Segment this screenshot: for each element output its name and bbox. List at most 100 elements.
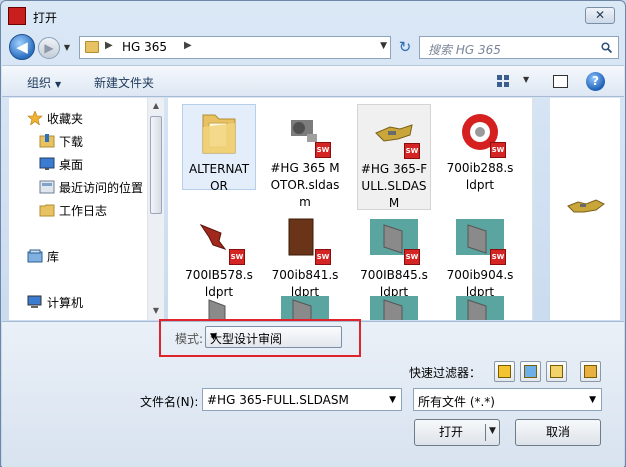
nav-item-work-log[interactable]: 工作日志 [39, 201, 107, 219]
address-dropdown-icon[interactable]: ▼ [380, 41, 387, 51]
breadcrumb-chevron-icon[interactable]: ▶ [105, 40, 113, 51]
breadcrumb-chevron-icon[interactable]: ▶ [184, 40, 192, 51]
part-filter-icon [498, 365, 511, 378]
filename-input[interactable]: #HG 365-FULL.SLDASM ▼ [202, 388, 402, 411]
nav-item-label: 下载 [59, 134, 84, 149]
file-list: ALTERNATOR SW #HG 365 MOTOR.sldasm SW #H… [168, 98, 533, 320]
file-item-assembly[interactable]: SW #HG 365 MOTOR.sldasm [268, 104, 342, 210]
cancel-button[interactable]: 取消 [515, 419, 601, 446]
solidworks-badge-icon: SW [315, 142, 331, 158]
navigation-pane: 收藏夹 下载 桌面 最近访问的位置 工作日志 库 计算机 ▲ ▼ [9, 98, 164, 320]
search-icon[interactable] [601, 42, 612, 53]
solidworks-badge-icon: SW [404, 143, 420, 159]
solidworks-badge-icon: SW [229, 249, 245, 265]
solidworks-badge-icon: SW [315, 249, 331, 265]
command-toolbar: 组织 ▼ 新建文件夹 ▼ ? [2, 65, 624, 97]
part-thumbnail-icon: SW [370, 215, 420, 265]
view-dropdown-icon[interactable]: ▼ [523, 75, 529, 84]
dialog-footer: 模式: 大型设计审阅 ▼ 快速过滤器： 文件名(N): #HG 365-FULL… [2, 319, 624, 467]
filename-label: 文件名(N): [140, 395, 199, 409]
scroll-thumb[interactable] [150, 116, 162, 214]
part-thumbnail-icon: SW [281, 215, 331, 265]
address-bar[interactable]: ▶ HG 365 ▶ ▼ [79, 36, 391, 59]
help-icon[interactable]: ? [586, 72, 605, 91]
nav-item-label: 最近访问的位置 [59, 180, 144, 195]
scroll-down-icon[interactable]: ▼ [148, 303, 164, 319]
solidworks-badge-icon: SW [490, 142, 506, 158]
solidworks-badge-icon: SW [490, 249, 506, 265]
file-item-part[interactable] [182, 290, 256, 320]
chevron-down-icon: ▼ [55, 80, 62, 89]
file-item-part[interactable]: SW 700ib904.sldprt [443, 211, 517, 299]
organize-label: 组织 [27, 76, 52, 90]
preview-pane [550, 98, 620, 320]
search-box[interactable]: 搜索 HG 365 [419, 36, 619, 59]
nav-item-downloads[interactable]: 下载 [39, 132, 83, 150]
file-item-assembly[interactable]: SW #HG 365-FULL.SLDASM [357, 104, 431, 210]
breadcrumb-hg365[interactable]: HG 365 [122, 40, 167, 54]
file-name: #HG 365 MOTOR.sldasm [270, 161, 340, 209]
nav-item-label: 工作日志 [59, 203, 108, 218]
file-item-part[interactable]: SW 700IB578.sldprt [182, 211, 256, 299]
chevron-down-icon[interactable]: ▼ [389, 395, 396, 405]
file-item-part[interactable]: SW 700ib841.sldprt [268, 211, 342, 299]
part-thumbnail-icon [195, 294, 243, 320]
close-button[interactable]: ✕ [585, 7, 615, 24]
open-options-dropdown[interactable]: ▼ [489, 426, 496, 436]
file-item-part[interactable]: SW 700IB845.sldprt [357, 211, 431, 299]
back-button[interactable]: ◀ [9, 34, 35, 60]
forward-button[interactable]: ▶ [38, 37, 60, 59]
part-thumbnail-icon: SW [456, 108, 506, 158]
part-thumbnail-icon [370, 294, 418, 320]
filename-value: #HG 365-FULL.SLDASM [207, 393, 349, 407]
nav-item-label: 收藏夹 [47, 111, 84, 126]
view-options-icon[interactable] [497, 75, 511, 88]
nav-pane-scrollbar[interactable]: ▲ ▼ [147, 98, 164, 320]
file-type-select[interactable]: 所有文件 (*.*) ▼ [413, 388, 602, 411]
file-item-part[interactable] [357, 290, 431, 320]
search-input[interactable]: 搜索 HG 365 [428, 41, 501, 58]
filter-assemblies-button[interactable] [520, 361, 541, 382]
file-item-folder[interactable]: ALTERNATOR [182, 104, 256, 193]
quick-filter-label: 快速过滤器： [409, 366, 482, 380]
file-item-part[interactable]: SW 700ib288.sldprt [443, 104, 517, 192]
file-name: #HG 365-FULL.SLDASM [360, 162, 428, 210]
library-icon [27, 249, 43, 263]
refresh-button[interactable]: ↻ [393, 36, 417, 59]
computer-icon [27, 295, 43, 309]
file-item-part[interactable] [268, 290, 342, 320]
file-type-value: 所有文件 (*.*) [418, 395, 495, 409]
star-icon [27, 110, 43, 126]
nav-item-desktop[interactable]: 桌面 [39, 155, 83, 173]
file-list-scrollbar[interactable]: ▲ ▼ [532, 98, 533, 320]
folder-icon [39, 203, 55, 217]
part-thumbnail-icon [281, 294, 329, 320]
recent-locations-dropdown[interactable]: ▼ [61, 41, 73, 55]
filter-drawings-button[interactable] [546, 361, 567, 382]
nav-item-label: 库 [47, 249, 60, 264]
organize-menu[interactable]: 组织 ▼ [27, 74, 61, 91]
nav-item-libraries[interactable]: 库 [27, 247, 59, 265]
preview-thumbnail [567, 199, 605, 213]
scroll-up-icon[interactable]: ▲ [148, 98, 164, 114]
filter-parts-button[interactable] [494, 361, 515, 382]
recent-places-icon [39, 180, 55, 194]
open-button[interactable]: 打开 [414, 419, 500, 446]
solidworks-badge-icon: SW [404, 249, 420, 265]
file-item-part[interactable] [443, 290, 517, 320]
mode-select[interactable]: 大型设计审阅 ▼ [205, 326, 342, 348]
window-title: 打开 [33, 11, 58, 25]
nav-item-recent-places[interactable]: 最近访问的位置 [39, 178, 143, 196]
preview-pane-icon[interactable] [553, 75, 568, 88]
part-thumbnail-icon [456, 294, 504, 320]
nav-item-label: 桌面 [59, 157, 84, 172]
filter-toplevel-button[interactable] [580, 361, 601, 382]
assembly-filter-icon [524, 365, 537, 378]
new-folder-button[interactable]: 新建文件夹 [94, 74, 154, 91]
open-label: 打开 [439, 425, 464, 439]
nav-item-favorites[interactable]: 收藏夹 [27, 109, 83, 127]
desktop-icon [39, 157, 55, 171]
nav-item-computer[interactable]: 计算机 [27, 293, 83, 311]
mode-label: 模式: [175, 332, 204, 346]
part-thumbnail-icon: SW [456, 215, 506, 265]
